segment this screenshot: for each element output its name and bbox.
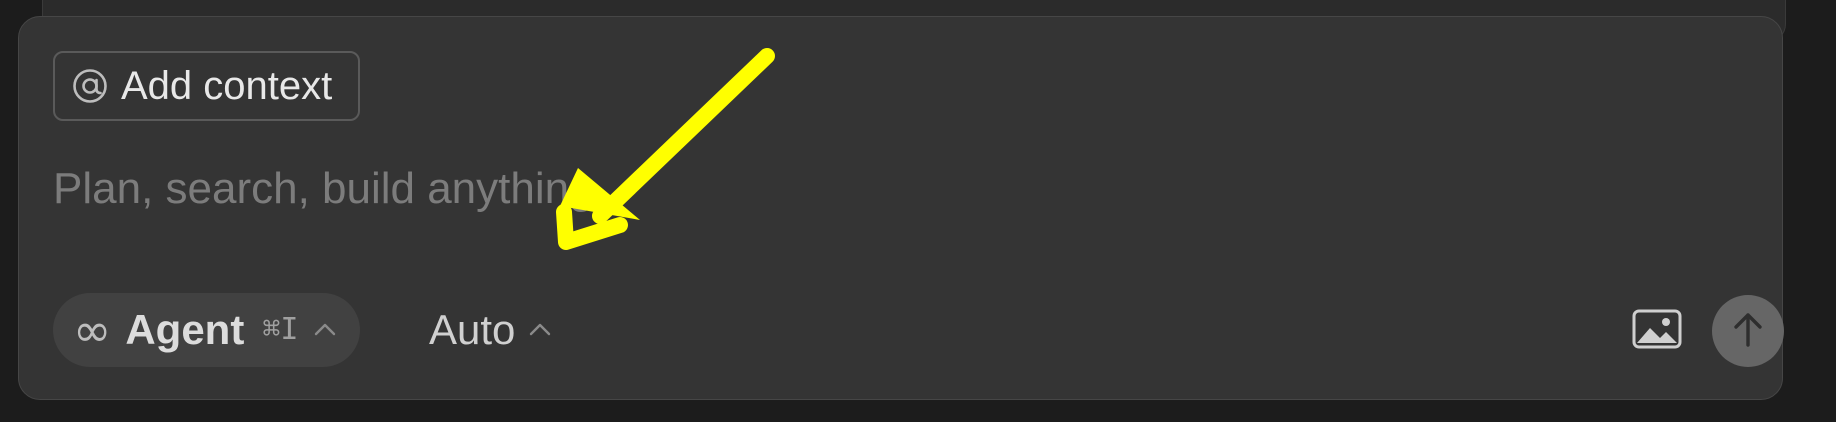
chat-composer: Add context ∞ Agent ⌘I Auto	[18, 16, 1784, 400]
chevron-up-icon	[312, 320, 338, 340]
attach-image-button[interactable]	[1627, 303, 1687, 359]
model-selector[interactable]: Auto	[429, 293, 553, 367]
app-stage: Add context ∞ Agent ⌘I Auto	[0, 0, 1836, 422]
arrow-up-icon	[1731, 309, 1765, 354]
chevron-up-icon	[527, 320, 553, 340]
agent-mode-selector[interactable]: ∞ Agent ⌘I	[53, 293, 361, 367]
model-label: Auto	[429, 306, 516, 353]
send-button[interactable]	[1712, 295, 1784, 367]
agent-shortcut-hint: ⌘I	[262, 312, 299, 347]
image-icon	[1632, 309, 1682, 354]
agent-mode-label: Agent	[125, 306, 245, 353]
at-icon	[71, 67, 109, 105]
prompt-input[interactable]	[53, 159, 1733, 219]
add-context-label: Add context	[121, 64, 333, 108]
infinity-icon: ∞	[73, 303, 112, 357]
add-context-button[interactable]: Add context	[53, 51, 361, 121]
